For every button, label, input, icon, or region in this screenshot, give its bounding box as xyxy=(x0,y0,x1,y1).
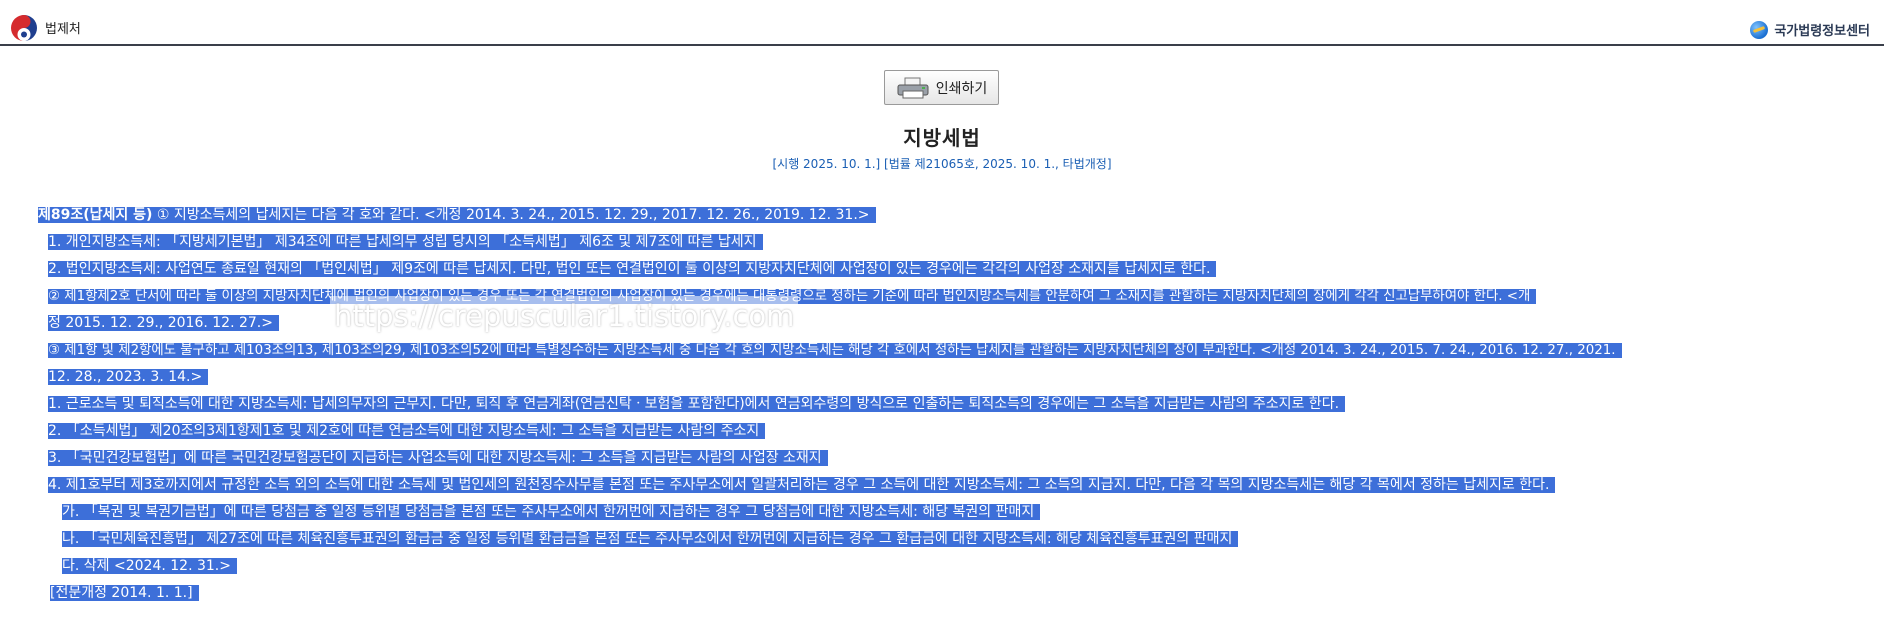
printer-icon xyxy=(897,77,929,98)
article-line: 1. 근로소득 및 퇴직소득에 대한 지방소득세: 납세의무자의 근무지. 다만… xyxy=(48,396,1346,412)
article-line: 나. 「국민체육진흥법」 제27조에 따른 체육진흥투표권의 환급금 중 일정 … xyxy=(62,531,1239,547)
enforcement-info: [시행 2025. 10. 1.] [법률 제21065호, 2025. 10.… xyxy=(772,157,1112,171)
article-line: [전문개정 2014. 1. 1.] xyxy=(50,585,199,601)
print-button[interactable]: 인쇄하기 xyxy=(884,70,999,105)
top-header-bar: 법제처 국가법령정보센터 xyxy=(0,0,1884,46)
law-info-center-name: 국가법령정보센터 xyxy=(1774,24,1870,39)
article-line: 1. 개인지방소득세: 「지방세기본법」 제34조에 따른 납세의무 성립 당시… xyxy=(48,234,763,250)
article-line: 2. 「소득세법」 제20조의3제1항제1호 및 제2호에 따른 연금소득에 대… xyxy=(48,423,766,439)
article-first-line: 제89조(납세지 등) ① 지방소득세의 납세지는 다음 각 호와 같다. <개… xyxy=(38,202,876,229)
article-line: ① 지방소득세의 납세지는 다음 각 호와 같다. <개정 2014. 3. 2… xyxy=(156,207,870,223)
law-info-center-logo[interactable]: 국가법령정보센터 xyxy=(1750,20,1870,39)
article-line: 12. 28., 2023. 3. 14.> xyxy=(48,369,209,385)
article-line: 3. 「국민건강보험법」에 따른 국민건강보험공단이 지급하는 사업소득에 대한… xyxy=(48,450,828,466)
article-line: 4. 제1호부터 제3호까지에서 규정한 소득 외의 소득에 대한 소득세 및 … xyxy=(48,477,1556,493)
print-button-label: 인쇄하기 xyxy=(935,80,988,97)
article-line: 다. 삭제 <2024. 12. 31.> xyxy=(62,558,237,574)
globe-icon xyxy=(1750,20,1769,39)
government-emblem-icon xyxy=(10,14,38,42)
article-line: 2. 법인지방소득세: 사업연도 종료일 현재의 「법인세법」 제9조에 따른 … xyxy=(48,261,1217,277)
article-heading: 제89조(납세지 등) xyxy=(38,207,153,223)
article-line: ③ 제1항 및 제2항에도 불구하고 제103조의13, 제103조의29, 제… xyxy=(48,343,1622,358)
article-line: 정 2015. 12. 29., 2016. 12. 27.> xyxy=(48,315,279,331)
agency-name[interactable]: 법제처 xyxy=(45,18,81,37)
article-line: 가. 「복권 및 복권기금법」에 따른 당첨금 중 일정 등위별 당첨금을 본점… xyxy=(62,504,1041,520)
watermark-text: https://crepuscular1.tistory.com xyxy=(330,296,799,336)
law-title: 지방세법 xyxy=(903,126,981,150)
